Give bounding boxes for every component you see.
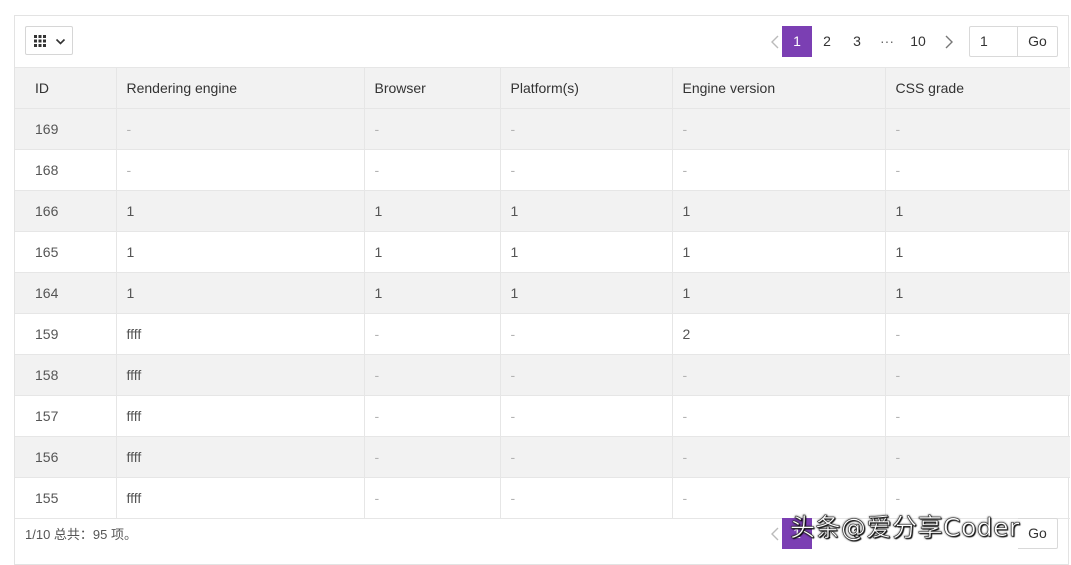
cell-id: 156: [15, 436, 117, 478]
cell-browser: -: [364, 149, 501, 191]
table-row[interactable]: 164 1 1 1 1 1: [15, 272, 1070, 314]
table-row[interactable]: 157 ffff - - - -: [15, 395, 1070, 437]
column-header-id[interactable]: ID: [15, 67, 117, 109]
page-button-2[interactable]: 2: [812, 26, 842, 57]
cell-browser: -: [364, 354, 501, 396]
cell-css-grade: -: [885, 313, 1070, 355]
cell-id: 165: [15, 231, 117, 273]
data-table: ID Rendering engine Browser Platform(s) …: [15, 67, 1070, 519]
cell-css-grade: -: [885, 354, 1070, 396]
page-button-10[interactable]: 10: [902, 26, 934, 57]
cell-engine-version: -: [672, 149, 886, 191]
cell-browser: -: [364, 313, 501, 355]
cell-rendering-engine: 1: [116, 190, 365, 232]
chevron-right-icon: [945, 35, 953, 49]
cell-rendering-engine: ffff: [116, 395, 365, 437]
cell-engine-version: 1: [672, 190, 886, 232]
cell-platforms: -: [500, 354, 673, 396]
cell-id: 169: [15, 108, 117, 150]
cell-platforms: 1: [500, 272, 673, 314]
pagination-info: 1/10 总共：95 项。: [25, 527, 137, 542]
chevron-down-icon: [55, 38, 66, 45]
cell-css-grade: -: [885, 436, 1070, 478]
table-header-row: ID Rendering engine Browser Platform(s) …: [15, 67, 1070, 109]
table-row[interactable]: 159 ffff - -2-: [15, 313, 1070, 355]
cell-id: 158: [15, 354, 117, 396]
cell-id: 166: [15, 190, 117, 232]
cell-platforms: -: [500, 313, 673, 355]
table-row[interactable]: 156 ffff - - - -: [15, 436, 1070, 478]
cell-rendering-engine: -: [116, 108, 365, 150]
cell-browser: -: [364, 436, 501, 478]
cell-css-grade: -: [885, 395, 1070, 437]
cell-rendering-engine: ffff: [116, 436, 365, 478]
data-table-panel: 1 2 3 ··· 10 1 Go ID Rendering engine Br…: [14, 15, 1070, 565]
column-toggle-button[interactable]: [25, 26, 73, 55]
cell-engine-version: 1: [672, 272, 886, 314]
cell-css-grade: 1: [885, 231, 1070, 273]
column-header-rendering-engine[interactable]: Rendering engine: [116, 67, 365, 109]
table-row[interactable]: 165 1 1 1 1 1: [15, 231, 1070, 273]
next-page-button[interactable]: [934, 26, 964, 57]
cell-browser: -: [364, 395, 501, 437]
cell-css-grade: 1: [885, 272, 1070, 314]
cell-rendering-engine: ffff: [116, 354, 365, 396]
watermark-text: 头条@爱分享Coder: [790, 513, 1020, 543]
cell-engine-version: -: [672, 108, 886, 150]
cell-browser: 1: [364, 190, 501, 232]
cell-rendering-engine: -: [116, 149, 365, 191]
table-toolbar: 1 2 3 ··· 10 1 Go: [15, 16, 1068, 67]
cell-browser: 1: [364, 231, 501, 273]
cell-platforms: -: [500, 436, 673, 478]
cell-id: 157: [15, 395, 117, 437]
cell-engine-version: -: [672, 354, 886, 396]
cell-engine-version: -: [672, 395, 886, 437]
go-button[interactable]: Go: [1018, 518, 1058, 549]
cell-platforms: 1: [500, 190, 673, 232]
table-row[interactable]: 158 ffff - - - -: [15, 354, 1070, 396]
cell-css-grade: -: [885, 149, 1070, 191]
column-header-engine-version[interactable]: Engine version: [672, 67, 886, 109]
column-header-platforms[interactable]: Platform(s): [500, 67, 673, 109]
page-ellipsis[interactable]: ···: [872, 26, 902, 57]
cell-browser: -: [364, 108, 501, 150]
cell-engine-version: -: [672, 436, 886, 478]
table-row[interactable]: 169- - - - -: [15, 108, 1070, 150]
table-row[interactable]: 166 1 1 1 1 1: [15, 190, 1070, 232]
cell-css-grade: -: [885, 108, 1070, 150]
grid-icon: [34, 35, 46, 47]
cell-platforms: 1: [500, 231, 673, 273]
table-row[interactable]: 168- - - - -: [15, 149, 1070, 191]
chevron-left-icon: [771, 527, 779, 541]
cell-css-grade: 1: [885, 190, 1070, 232]
page-button-3[interactable]: 3: [842, 26, 872, 57]
cell-browser: 1: [364, 272, 501, 314]
cell-platforms: -: [500, 395, 673, 437]
page-jump-input[interactable]: 1: [969, 26, 1018, 57]
cell-rendering-engine: 1: [116, 231, 365, 273]
cell-rendering-engine: 1: [116, 272, 365, 314]
column-header-css-grade[interactable]: CSS grade: [885, 67, 1070, 109]
go-button[interactable]: Go: [1018, 26, 1058, 57]
cell-id: 168: [15, 149, 117, 191]
page-button-1[interactable]: 1: [782, 26, 812, 57]
cell-engine-version: 2: [672, 313, 886, 355]
cell-platforms: -: [500, 108, 673, 150]
cell-engine-version: 1: [672, 231, 886, 273]
chevron-left-icon: [771, 35, 779, 49]
cell-rendering-engine: ffff: [116, 313, 365, 355]
cell-id: 159: [15, 313, 117, 355]
cell-platforms: -: [500, 149, 673, 191]
cell-id: 164: [15, 272, 117, 314]
column-header-browser[interactable]: Browser: [364, 67, 501, 109]
